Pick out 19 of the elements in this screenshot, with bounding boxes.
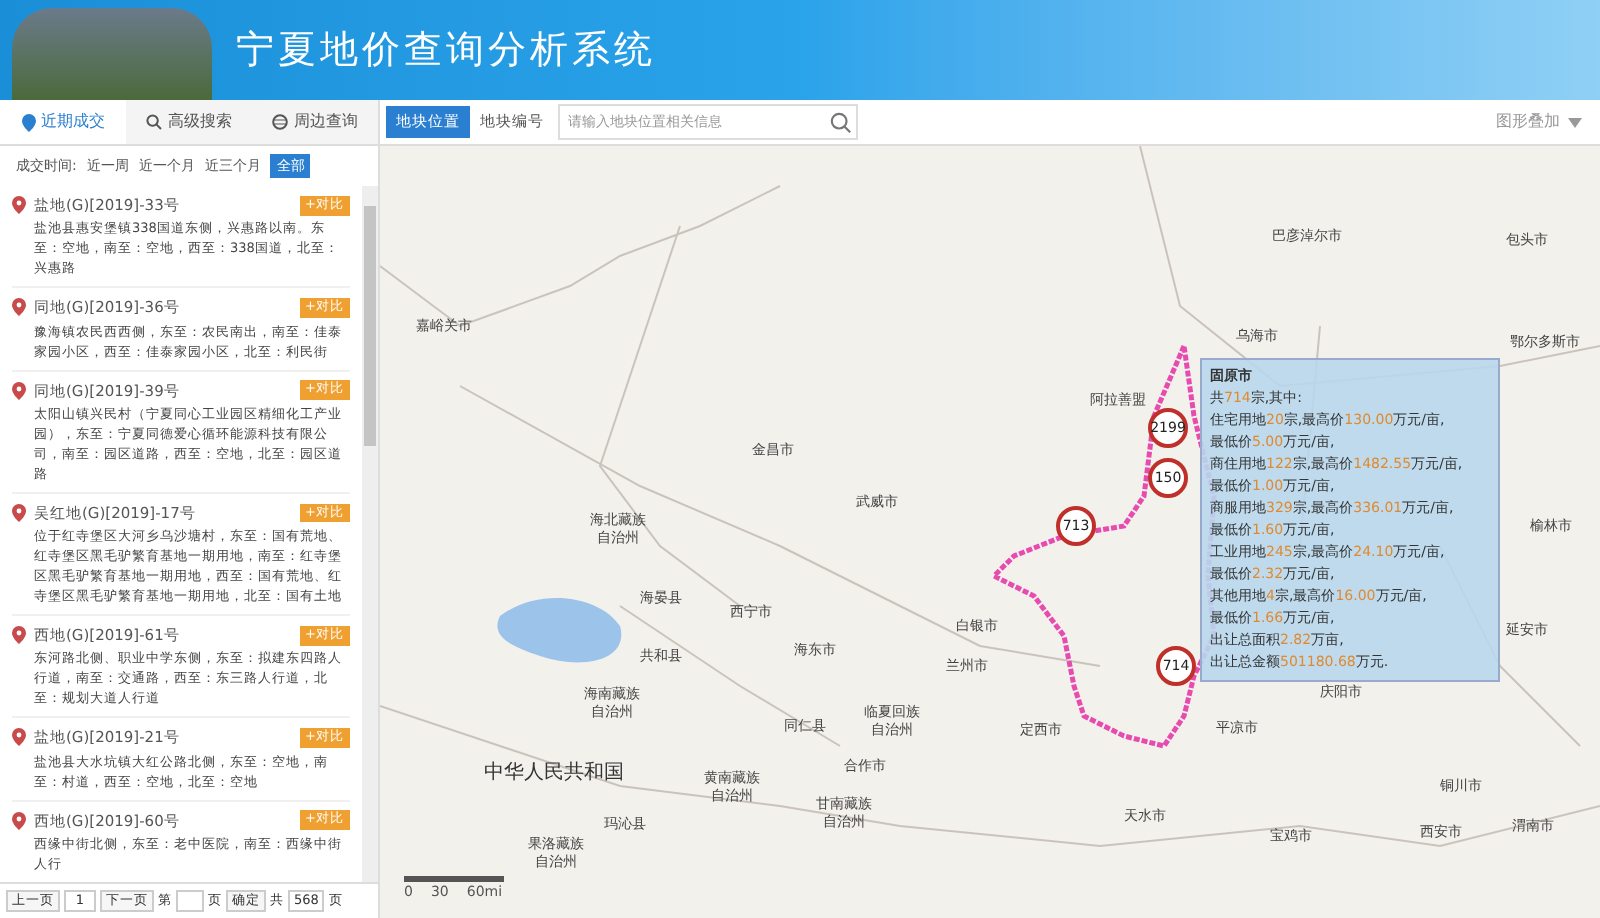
page-input[interactable] <box>176 890 204 912</box>
search-icon[interactable] <box>830 112 852 134</box>
search-icon <box>146 114 162 130</box>
map-pin-icon <box>12 298 26 317</box>
tab[interactable]: 高级搜索 <box>168 110 232 134</box>
map-pin-icon <box>12 196 26 215</box>
tab[interactable]: 周边查询 <box>294 110 358 134</box>
scale-bar <box>404 875 504 881</box>
map-label: 中华人民共和国 <box>484 759 624 788</box>
map-pin-icon <box>12 811 26 830</box>
map-pin-icon <box>12 626 26 645</box>
caret-icon[interactable] <box>1568 117 1582 127</box>
app-title: 宁夏地价查询分析系统 <box>236 25 656 76</box>
scrollbar[interactable] <box>362 186 378 882</box>
map-pin-icon <box>12 381 26 400</box>
map-pin-icon <box>21 113 35 131</box>
map-pin-icon <box>12 503 26 522</box>
map-pin-icon <box>12 728 26 747</box>
globe-icon <box>272 114 288 130</box>
